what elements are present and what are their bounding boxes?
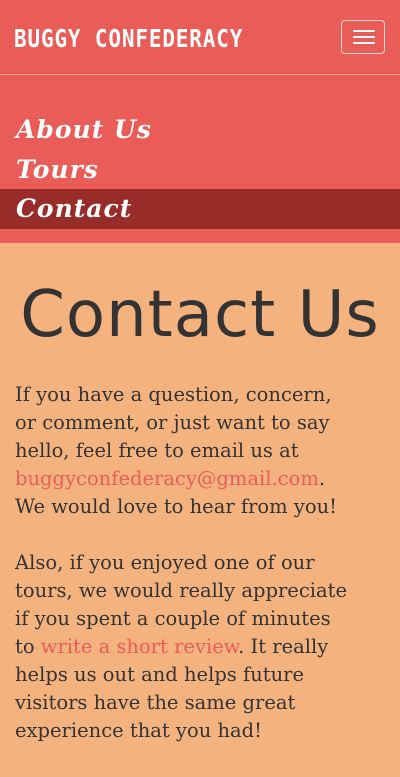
review-paragraph: Also, if you enjoyed one of our tours, w… [15, 549, 390, 745]
paragraph-line: Also, if you enjoyed one of our [15, 551, 315, 574]
paragraph-text: . It really [238, 635, 329, 658]
nav-menu: About Us Tours Contact [0, 75, 400, 243]
hamburger-icon [353, 30, 375, 32]
menu-toggle-button[interactable] [341, 20, 385, 54]
main-content: Contact Us If you have a question, conce… [0, 243, 400, 777]
nav-item-tours[interactable]: Tours [0, 150, 400, 190]
paragraph-line: or comment, or just want to say [15, 411, 330, 434]
review-link[interactable]: write a short review [41, 635, 238, 658]
contact-paragraph: If you have a question, concern, or comm… [15, 381, 390, 521]
nav-item-label: About Us [16, 115, 152, 144]
paragraph-line: to write a short review. It really [15, 633, 390, 661]
paragraph-text: to [15, 635, 41, 658]
page: BUGGY CONFEDERACY About Us Tours Contact… [0, 0, 400, 777]
paragraph-line: helps us out and helps future [15, 663, 305, 686]
paragraph-line: if you spent a couple of minutes [15, 607, 331, 630]
nav-item-label: Tours [16, 155, 99, 184]
paragraph-text: . [318, 467, 326, 490]
top-bar: BUGGY CONFEDERACY [0, 0, 400, 74]
paragraph-line: hello, feel free to email us at [15, 439, 299, 462]
paragraph-line: buggyconfederacy@gmail.com. [15, 465, 390, 493]
nav-item-about-us[interactable]: About Us [0, 110, 400, 150]
hamburger-icon-bar [353, 42, 375, 44]
nav-item-label: Contact [16, 194, 133, 223]
paragraph-line: experience that you had! [15, 719, 262, 742]
brand-logo[interactable]: BUGGY CONFEDERACY [14, 22, 243, 56]
paragraph-line: visitors have the same great [15, 691, 296, 714]
email-link[interactable]: buggyconfederacy@gmail.com [15, 467, 319, 490]
paragraph-line: tours, we would really appreciate [15, 579, 347, 602]
hamburger-icon-bar [353, 36, 375, 38]
nav-item-contact[interactable]: Contact [0, 189, 400, 229]
paragraph-line: If you have a question, concern, [15, 383, 332, 406]
page-title: Contact Us [20, 278, 380, 352]
paragraph-line: We would love to hear from you! [15, 495, 337, 518]
